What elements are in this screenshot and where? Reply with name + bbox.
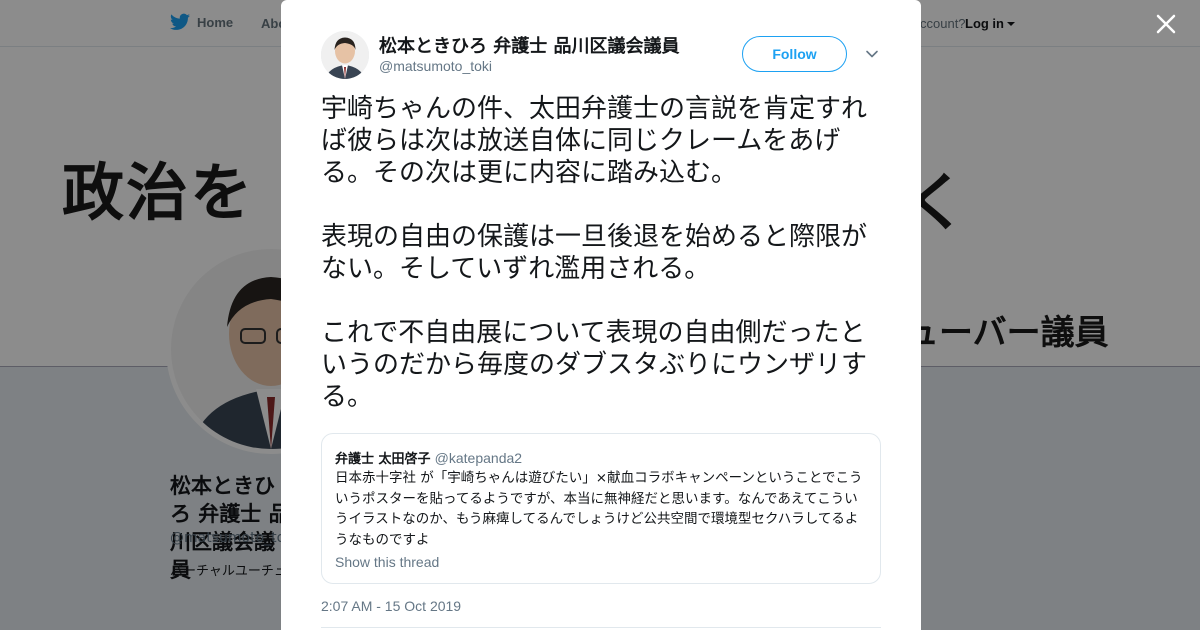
author-handle[interactable]: @matsumoto_toki	[379, 58, 492, 74]
show-thread-link[interactable]: Show this thread	[335, 554, 439, 570]
tweet-paragraph: これで不自由展について表現の自由側だったというのだから毎度のダブスタぶりにウンザ…	[321, 318, 868, 412]
person-portrait-icon	[321, 31, 369, 79]
divider	[321, 627, 881, 628]
quoted-author-name: 弁護士 太田啓子	[335, 452, 431, 467]
chevron-down-icon[interactable]	[865, 47, 879, 61]
quoted-tweet[interactable]: 弁護士 太田啓子 @katepanda2 日本赤十字社 が「宇崎ちゃんは遊びたい…	[321, 433, 881, 584]
quoted-tweet-text: 日本赤十字社 が「宇崎ちゃんは遊びたい」×献血コラボキャンペーンということでこう…	[335, 470, 863, 548]
tweet-text: 宇崎ちゃんの件、太田弁護士の言説を肯定すれば彼らは次は放送自体に同じクレームをあ…	[321, 93, 886, 413]
author-name[interactable]: 松本ときひろ 弁護士 品川区議会議員	[379, 32, 680, 58]
quoted-tweet-header: 弁護士 太田啓子 @katepanda2	[335, 448, 522, 467]
follow-button[interactable]: Follow	[742, 36, 847, 72]
quoted-author-handle: @katepanda2	[434, 450, 523, 466]
tweet-timestamp[interactable]: 2:07 AM - 15 Oct 2019	[321, 598, 461, 614]
tweet-modal: 松本ときひろ 弁護士 品川区議会議員 @matsumoto_toki Follo…	[281, 0, 921, 630]
tweet-paragraph: 宇崎ちゃんの件、太田弁護士の言説を肯定すれば彼らは次は放送自体に同じクレームをあ…	[321, 94, 868, 188]
author-avatar[interactable]	[321, 31, 369, 79]
tweet-paragraph: 表現の自由の保護は一旦後退を始めると際限がない。そしていずれ濫用される。	[321, 222, 868, 284]
close-icon[interactable]	[1154, 12, 1178, 36]
